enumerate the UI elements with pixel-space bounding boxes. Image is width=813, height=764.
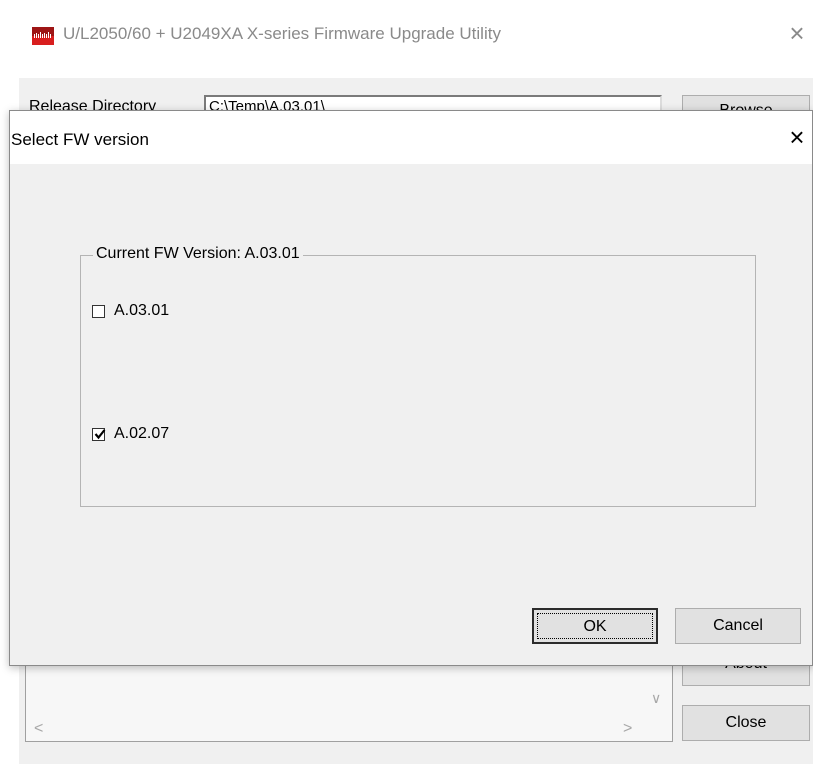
parent-close-icon[interactable]: × (783, 18, 811, 48)
close-button[interactable]: Close (682, 705, 810, 741)
ok-button-label: OK (537, 613, 653, 639)
fw-option-label: A.02.07 (114, 425, 170, 442)
scroll-right-icon[interactable]: > (623, 720, 632, 738)
scroll-down-icon[interactable]: ∨ (651, 690, 661, 707)
cancel-button[interactable]: Cancel (675, 608, 801, 644)
scroll-left-icon[interactable]: < (34, 720, 43, 738)
fw-option-label: A.03.01 (114, 302, 170, 319)
parent-window-title: U/L2050/60 + U2049XA X-series Firmware U… (63, 24, 501, 43)
dialog-close-icon[interactable]: × (783, 122, 811, 152)
fw-version-group: Current FW Version: A.03.01 (80, 245, 756, 507)
fw-option-a-03-01[interactable]: A.03.01 (92, 300, 169, 322)
checkbox-checked[interactable] (92, 427, 106, 441)
parent-titlebar: U/L2050/60 + U2049XA X-series Firmware U… (19, 0, 813, 78)
select-fw-version-dialog: Select FW version × Current FW Version: … (9, 110, 813, 666)
checkmark-icon (94, 428, 106, 439)
current-fw-version-label: Current FW Version: A.03.01 (93, 245, 303, 263)
dialog-titlebar: Select FW version × (10, 111, 812, 164)
app-logo-icon (32, 27, 54, 45)
dialog-title: Select FW version (11, 130, 149, 149)
checkbox-unchecked[interactable] (92, 304, 105, 318)
ok-button[interactable]: OK (532, 608, 658, 644)
fw-option-a-02-07[interactable]: A.02.07 (92, 423, 169, 445)
